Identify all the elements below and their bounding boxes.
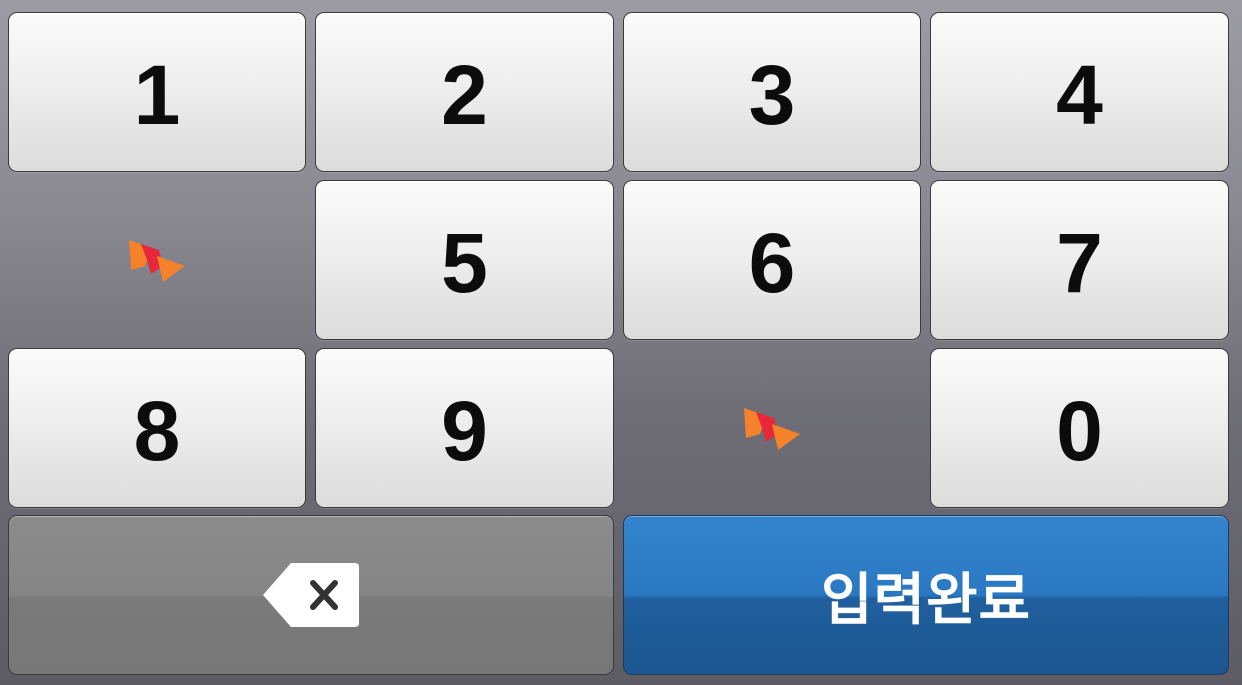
blank-key-logo[interactable]	[8, 180, 306, 340]
key-label: 3	[748, 48, 796, 142]
key-0[interactable]: 0	[930, 348, 1229, 508]
key-9[interactable]: 9	[315, 348, 614, 508]
key-label: 6	[748, 216, 796, 310]
key-label: 2	[441, 48, 488, 142]
backspace-button[interactable]	[8, 515, 614, 675]
done-button[interactable]: 입력완료	[623, 515, 1229, 675]
key-label: 9	[441, 384, 488, 478]
butterfly-logo-icon	[129, 240, 185, 282]
key-label: 8	[133, 384, 181, 478]
key-label: 0	[1056, 384, 1103, 478]
key-4[interactable]: 4	[930, 12, 1229, 172]
key-1[interactable]: 1	[8, 12, 306, 172]
key-2[interactable]: 2	[315, 12, 614, 172]
butterfly-logo-icon	[744, 408, 800, 450]
key-label: 1	[133, 48, 181, 142]
key-8[interactable]: 8	[8, 348, 306, 508]
done-label: 입력완료	[820, 567, 1032, 633]
backspace-icon	[263, 563, 359, 627]
key-label: 7	[1056, 216, 1103, 310]
key-6[interactable]: 6	[623, 180, 921, 340]
key-label: 4	[1056, 48, 1103, 142]
key-3[interactable]: 3	[623, 12, 921, 172]
blank-key-logo[interactable]	[623, 348, 921, 508]
key-label: 5	[441, 216, 488, 310]
key-5[interactable]: 5	[315, 180, 614, 340]
key-7[interactable]: 7	[930, 180, 1229, 340]
secure-number-keypad: 1 2 3 4 5 6 7 8 9 0 입력완료	[0, 0, 1242, 685]
